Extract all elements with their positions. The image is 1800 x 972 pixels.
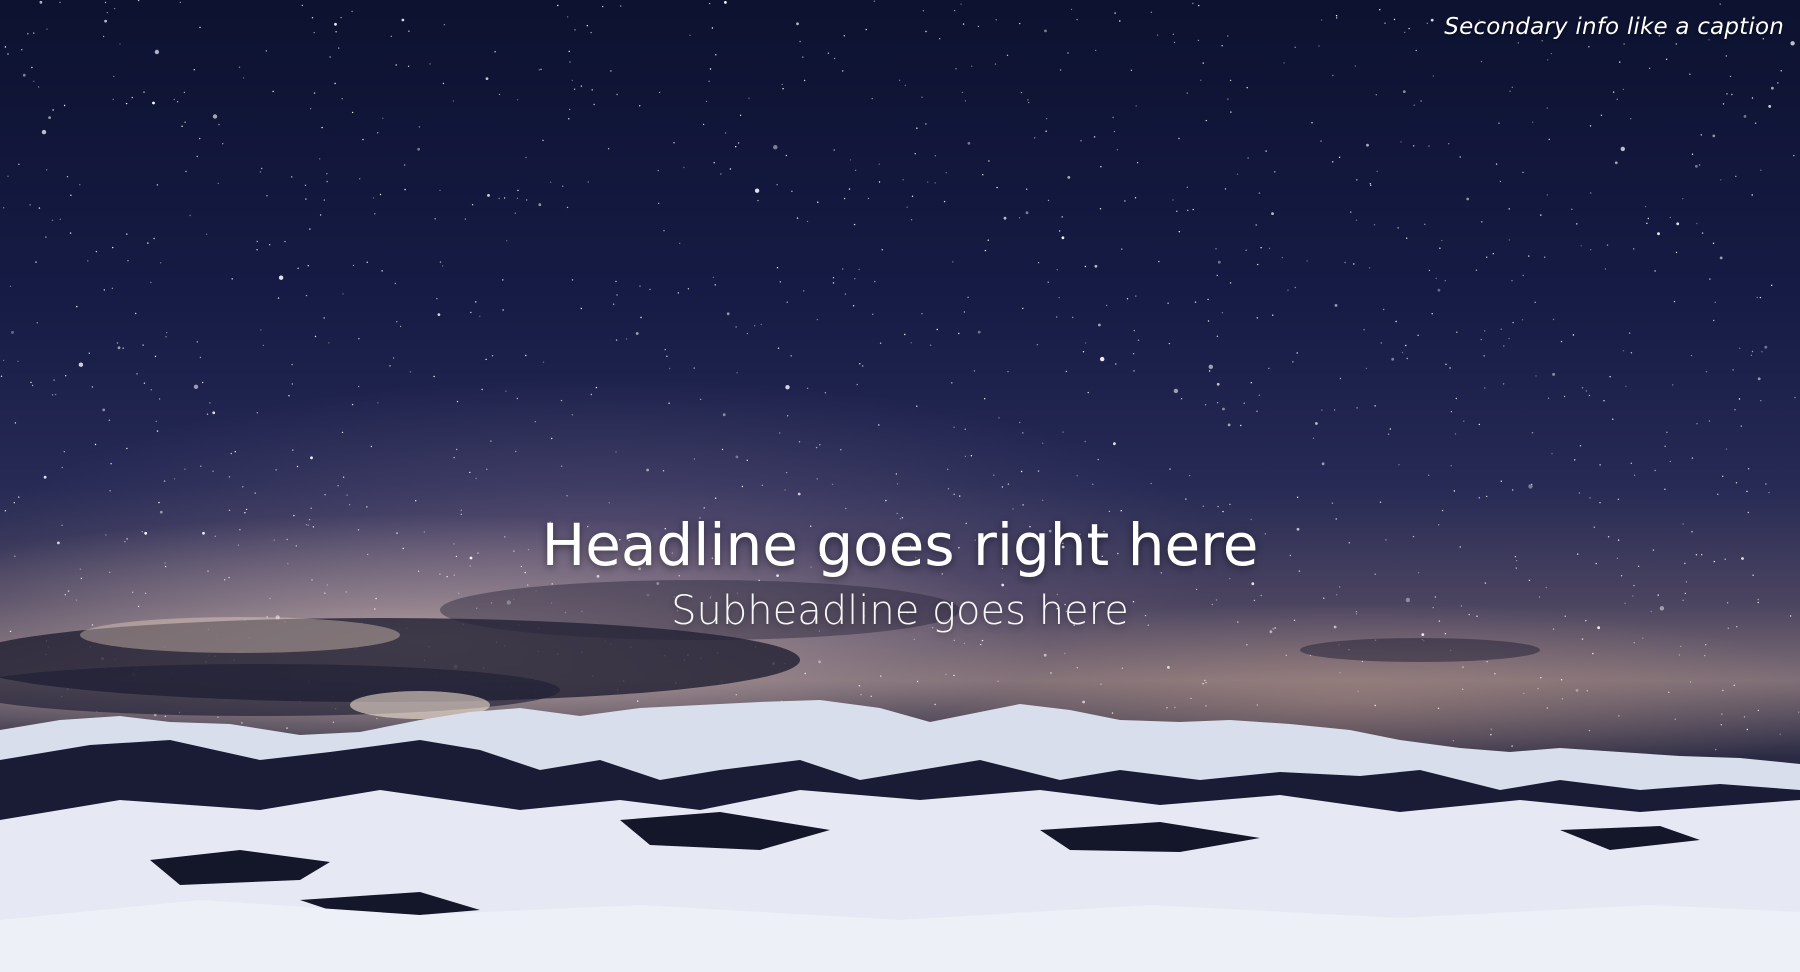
hero-section: Secondary info like a caption Headline g… [0, 0, 1800, 972]
headline-block: Headline goes right here Subheadline goe… [0, 505, 1800, 637]
snowy-mountains [0, 700, 1800, 972]
caption-text: Secondary info like a caption [1444, 14, 1784, 40]
subheadline: Subheadline goes here [671, 588, 1129, 634]
headline: Headline goes right here [541, 511, 1259, 579]
